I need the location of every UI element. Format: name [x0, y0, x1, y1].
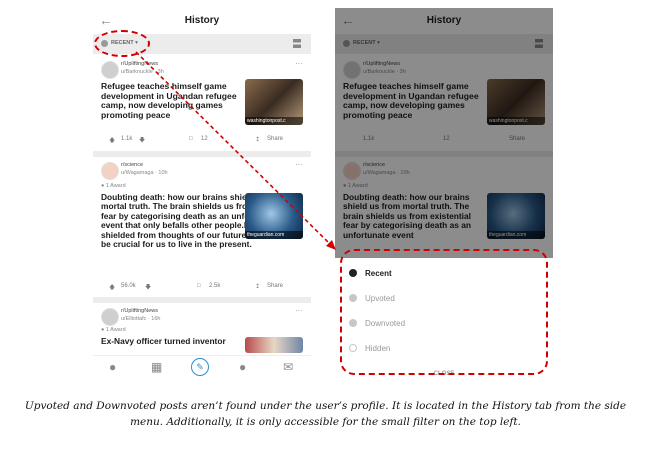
figure-caption: Upvoted and Downvoted posts aren’t found… — [24, 400, 627, 428]
annotation-arrow — [135, 51, 336, 250]
